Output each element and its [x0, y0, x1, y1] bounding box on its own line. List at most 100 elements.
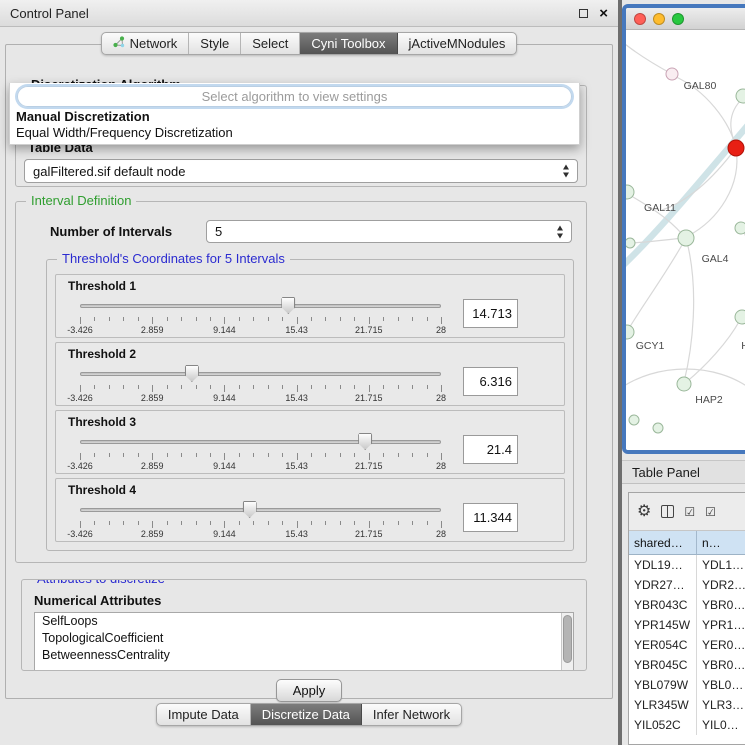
- traffic-light-minimize-icon[interactable]: [653, 13, 665, 25]
- algorithm-option[interactable]: Manual Discretization: [10, 109, 579, 125]
- network-edge[interactable]: [684, 238, 694, 382]
- network-graph[interactable]: GAL80GAL11GAL4GCY1HAP2H: [626, 30, 745, 450]
- number-of-intervals-combo[interactable]: 5: [206, 220, 572, 243]
- slider-tick: [109, 385, 110, 389]
- table-data-combo[interactable]: galFiltered.sif default node: [24, 159, 578, 183]
- threshold-value-field[interactable]: 6.316: [463, 367, 518, 396]
- network-node[interactable]: [677, 377, 691, 391]
- table-row[interactable]: YDL19… YDL1…: [629, 555, 745, 575]
- table-panel-title: Table Panel: [632, 465, 700, 480]
- network-edge[interactable]: [626, 40, 672, 74]
- tab[interactable]: Impute Data: [157, 704, 251, 725]
- threshold-value-field[interactable]: 21.4: [463, 435, 518, 464]
- algorithm-option-label: Equal Width/Frequency Discretization: [16, 125, 233, 140]
- slider-tick: [369, 521, 370, 528]
- network-node[interactable]: [728, 140, 744, 156]
- slider-thumb[interactable]: [281, 297, 295, 314]
- numerical-attributes-list[interactable]: SelfLoopsTopologicalCoefficientBetweenne…: [34, 612, 574, 671]
- slider-track: [80, 304, 441, 308]
- algorithm-option[interactable]: Equal Width/Frequency Discretization: [10, 125, 579, 141]
- slider-tick: [383, 385, 384, 389]
- column-header-label: n…: [702, 536, 721, 550]
- table-row[interactable]: YDR27… YDR2…: [629, 575, 745, 595]
- network-node[interactable]: [735, 222, 745, 234]
- tab[interactable]: Cyni Toolbox: [300, 33, 397, 54]
- network-node[interactable]: [736, 89, 745, 103]
- threshold-slider[interactable]: -3.4262.8599.14415.4321.71528: [80, 499, 441, 539]
- tab[interactable]: Select: [241, 33, 300, 54]
- slider-tick: [152, 385, 153, 392]
- columns-icon[interactable]: [661, 505, 674, 518]
- network-edge[interactable]: [631, 238, 682, 243]
- column-header[interactable]: n…: [697, 531, 745, 555]
- network-edge[interactable]: [688, 148, 737, 236]
- slider-tick: [354, 453, 355, 457]
- threshold-slider[interactable]: -3.4262.8599.14415.4321.71528: [80, 363, 441, 403]
- tab[interactable]: Discretize Data: [251, 704, 362, 725]
- list-scrollbar-thumb[interactable]: [563, 615, 572, 663]
- slider-tick-label: 21.715: [355, 461, 383, 471]
- slider-tick: [152, 521, 153, 528]
- slider-tick: [412, 453, 413, 457]
- slider-tick: [210, 453, 211, 457]
- checkbox-icon[interactable]: ☑: [684, 506, 695, 518]
- network-canvas[interactable]: GAL80GAL11GAL4GCY1HAP2H: [626, 30, 745, 450]
- table-toolbar: ⚙ ☑ ☑: [629, 493, 745, 531]
- right-region: GAL80GAL11GAL4GCY1HAP2H Table Panel ⚙ ☑ ☑ …: [622, 0, 745, 745]
- slider-thumb[interactable]: [243, 501, 257, 518]
- list-item[interactable]: BetweennessCentrality: [35, 647, 573, 664]
- checkbox-icon[interactable]: ☑: [705, 506, 716, 518]
- traffic-light-zoom-icon[interactable]: [672, 13, 684, 25]
- list-item[interactable]: SelfLoops: [35, 613, 573, 630]
- slider-tick: [325, 385, 326, 389]
- network-view-window[interactable]: GAL80GAL11GAL4GCY1HAP2H: [622, 4, 745, 454]
- slider-thumb[interactable]: [185, 365, 199, 382]
- threshold-value-field[interactable]: 11.344: [463, 503, 518, 532]
- table-panel-titlebar: Table Panel: [622, 460, 745, 484]
- gear-icon[interactable]: ⚙: [637, 504, 651, 520]
- network-node[interactable]: [626, 238, 635, 248]
- titlebar-icons: ×: [579, 6, 608, 21]
- tab[interactable]: Style: [189, 33, 241, 54]
- traffic-light-close-icon[interactable]: [634, 13, 646, 25]
- float-window-icon[interactable]: [579, 9, 588, 18]
- table-row[interactable]: YPR145W YPR1…: [629, 615, 745, 635]
- network-node[interactable]: [626, 325, 634, 339]
- slider-tick: [94, 385, 95, 389]
- slider-tick-label: -3.426: [67, 529, 93, 539]
- network-node[interactable]: [629, 415, 639, 425]
- tab[interactable]: Infer Network: [362, 704, 461, 725]
- apply-button[interactable]: Apply: [276, 679, 343, 702]
- slider-tick: [297, 521, 298, 528]
- threshold-slider[interactable]: -3.4262.8599.14415.4321.71528: [80, 295, 441, 335]
- slider-tick: [253, 317, 254, 321]
- tab[interactable]: jActiveMNodules: [398, 33, 517, 54]
- table-row[interactable]: YLR345W YLR3…: [629, 695, 745, 715]
- column-header[interactable]: shared…: [629, 531, 697, 555]
- table-panel: ⚙ ☑ ☑ shared… n… YDL19… YDL1… YDR27… YDR2……: [628, 492, 745, 745]
- slider-tick: [369, 317, 370, 324]
- algorithm-combo[interactable]: Select algorithm to view settings: [17, 86, 572, 107]
- network-node[interactable]: [653, 423, 663, 433]
- table-row[interactable]: YBL079W YBL0…: [629, 675, 745, 695]
- threshold-value-field[interactable]: 14.713: [463, 299, 518, 328]
- network-node[interactable]: [678, 230, 694, 246]
- slider-thumb[interactable]: [358, 433, 372, 450]
- network-node[interactable]: [735, 310, 745, 324]
- tab[interactable]: Network: [102, 33, 190, 54]
- list-item[interactable]: TopologicalCoefficient: [35, 630, 573, 647]
- table-row[interactable]: YBR045C YBR0…: [629, 655, 745, 675]
- slider-tick: [196, 317, 197, 321]
- threshold-panel: Threshold 3 -3.4262.8599.14415.4321.7152…: [55, 410, 565, 474]
- table-row[interactable]: YIL052C YIL0…: [629, 715, 745, 735]
- table-row[interactable]: YER054C YER0…: [629, 635, 745, 655]
- list-scrollbar[interactable]: [561, 613, 573, 671]
- control-panel: Control Panel × Network Style Select Cyn…: [0, 0, 618, 745]
- threshold-slider[interactable]: -3.4262.8599.14415.4321.71528: [80, 431, 441, 471]
- close-icon[interactable]: ×: [599, 6, 608, 21]
- network-edge[interactable]: [626, 118, 745, 270]
- threshold-row: -3.4262.8599.14415.4321.71528 21.4: [68, 429, 554, 471]
- table-row[interactable]: YBR043C YBR0…: [629, 595, 745, 615]
- slider-tick: [412, 317, 413, 321]
- network-node[interactable]: [666, 68, 678, 80]
